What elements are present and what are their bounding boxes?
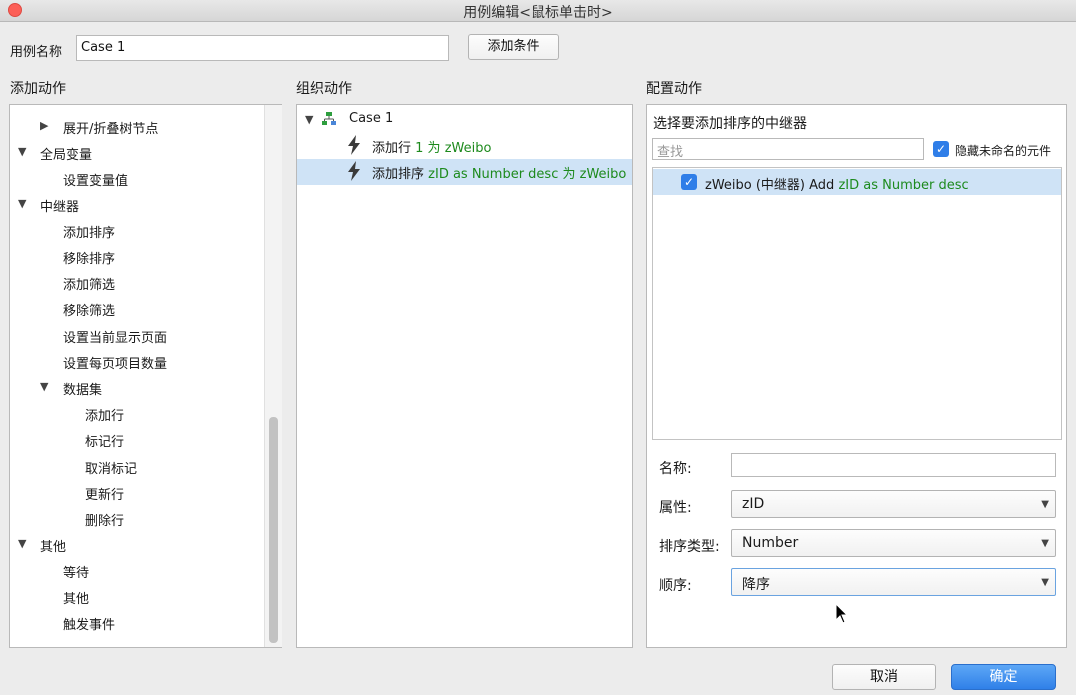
sort-type-select[interactable]: Number ▼ [731,529,1056,557]
tree-item-dataset[interactable]: 数据集 [63,379,102,398]
sort-type-label: 排序类型: [659,539,720,555]
tree-item-add-filter[interactable]: 添加筛选 [63,274,115,293]
expanded-caret-icon[interactable]: ▼ [18,197,26,210]
case-label[interactable]: Case 1 [349,111,393,126]
tree-item-delete-row[interactable]: 删除行 [85,510,124,529]
expanded-caret-icon[interactable]: ▼ [18,145,26,158]
order-label: 顺序: [659,578,692,594]
configure-action-title: 配置动作 [646,81,702,97]
lightning-icon [346,161,362,185]
tree-item-add-sort[interactable]: 添加排序 [63,222,115,241]
dropdown-arrow-icon: ▼ [1041,577,1049,588]
window-title: 用例编辑<鼠标单击时> [463,5,613,21]
cancel-button[interactable]: 取消 [832,664,936,690]
order-value: 降序 [742,577,770,593]
select-repeater-label: 选择要添加排序的中继器 [653,116,807,132]
case-name-label: 用例名称 [10,45,63,60]
tree-item-set-var[interactable]: 设置变量值 [63,170,128,189]
tree-item-unmark[interactable]: 取消标记 [85,458,137,477]
action-add-sort[interactable]: 添加排序 zID as Number desc 为 zWeibo [372,163,626,182]
add-condition-button[interactable]: 添加条件 [468,34,559,60]
action-tree-panel: ▶ 展开/折叠树节点 ▼ 全局变量 设置变量值 ▼ 中继器 添加排序 移除排序 … [9,104,282,648]
attribute-select[interactable]: zID ▼ [731,490,1056,518]
action-add-row[interactable]: 添加行 1 为 zWeibo [372,137,491,156]
case-tree-icon [321,111,337,131]
tree-item-set-per-page[interactable]: 设置每页项目数量 [63,353,167,372]
search-input[interactable]: 查找 [652,138,924,160]
repeater-row[interactable]: zWeibo (中继器) Add zID as Number desc [705,174,969,193]
tree-item-update-row[interactable]: 更新行 [85,484,124,503]
name-input[interactable] [731,453,1056,477]
tree-item-global-var[interactable]: 全局变量 [40,144,92,163]
lightning-icon [346,135,362,159]
expanded-caret-icon[interactable]: ▼ [40,380,48,393]
dropdown-arrow-icon: ▼ [1041,499,1049,510]
tree-item-mark-row[interactable]: 标记行 [85,431,124,450]
scrollbar-thumb[interactable] [269,417,278,643]
configure-action-panel: 选择要添加排序的中继器 查找 ✓ 隐藏未命名的元件 ✓ zWeibo (中继器)… [646,104,1067,648]
mouse-cursor-icon [835,602,849,629]
case-name-input[interactable]: Case 1 [76,35,449,61]
tree-item-fire-event[interactable]: 触发事件 [63,614,115,633]
repeater-sort-detail: zID as Number desc [838,178,969,193]
repeater-list: ✓ zWeibo (中继器) Add zID as Number desc [652,167,1062,440]
tree-item-expand-collapse[interactable]: 展开/折叠树节点 [63,118,158,137]
organize-actions-panel: ▼ Case 1 添加行 1 为 zWeibo 添加排序 zID as Numb… [296,104,633,648]
hide-unnamed-checkbox[interactable]: ✓ [933,141,949,157]
title-bar: 用例编辑<鼠标单击时> [0,0,1076,22]
add-action-title: 添加动作 [10,81,66,97]
action-verb: 添加排序 [372,167,425,182]
attribute-value: zID [742,496,765,512]
expanded-caret-icon[interactable]: ▼ [18,537,26,550]
repeater-row-checkbox[interactable]: ✓ [681,174,697,190]
order-select[interactable]: 降序 ▼ [731,568,1056,596]
sort-type-value: Number [742,535,799,551]
action-detail: zID as Number desc 为 zWeibo [428,167,627,182]
dropdown-arrow-icon: ▼ [1041,538,1049,549]
ok-button[interactable]: 确定 [951,664,1056,690]
tree-item-other-sub[interactable]: 其他 [63,588,89,607]
tree-item-other[interactable]: 其他 [40,536,66,555]
action-verb: 添加行 [372,141,412,156]
action-tree-scrollbar[interactable] [264,105,282,647]
hide-unnamed-label: 隐藏未命名的元件 [955,144,1052,158]
organize-action-title: 组织动作 [296,81,352,97]
attribute-label: 属性: [659,500,692,516]
tree-item-add-row[interactable]: 添加行 [85,405,124,424]
repeater-name: zWeibo (中继器) Add [705,178,835,193]
tree-item-remove-filter[interactable]: 移除筛选 [63,300,115,319]
tree-item-wait[interactable]: 等待 [63,562,89,581]
name-label: 名称: [659,461,692,477]
tree-item-remove-sort[interactable]: 移除排序 [63,248,115,267]
tree-item-set-page[interactable]: 设置当前显示页面 [63,327,167,346]
expanded-caret-icon[interactable]: ▼ [305,113,313,126]
tree-item-repeater[interactable]: 中继器 [40,196,79,215]
action-detail: 1 为 zWeibo [415,141,492,156]
collapsed-caret-icon[interactable]: ▶ [40,119,48,132]
